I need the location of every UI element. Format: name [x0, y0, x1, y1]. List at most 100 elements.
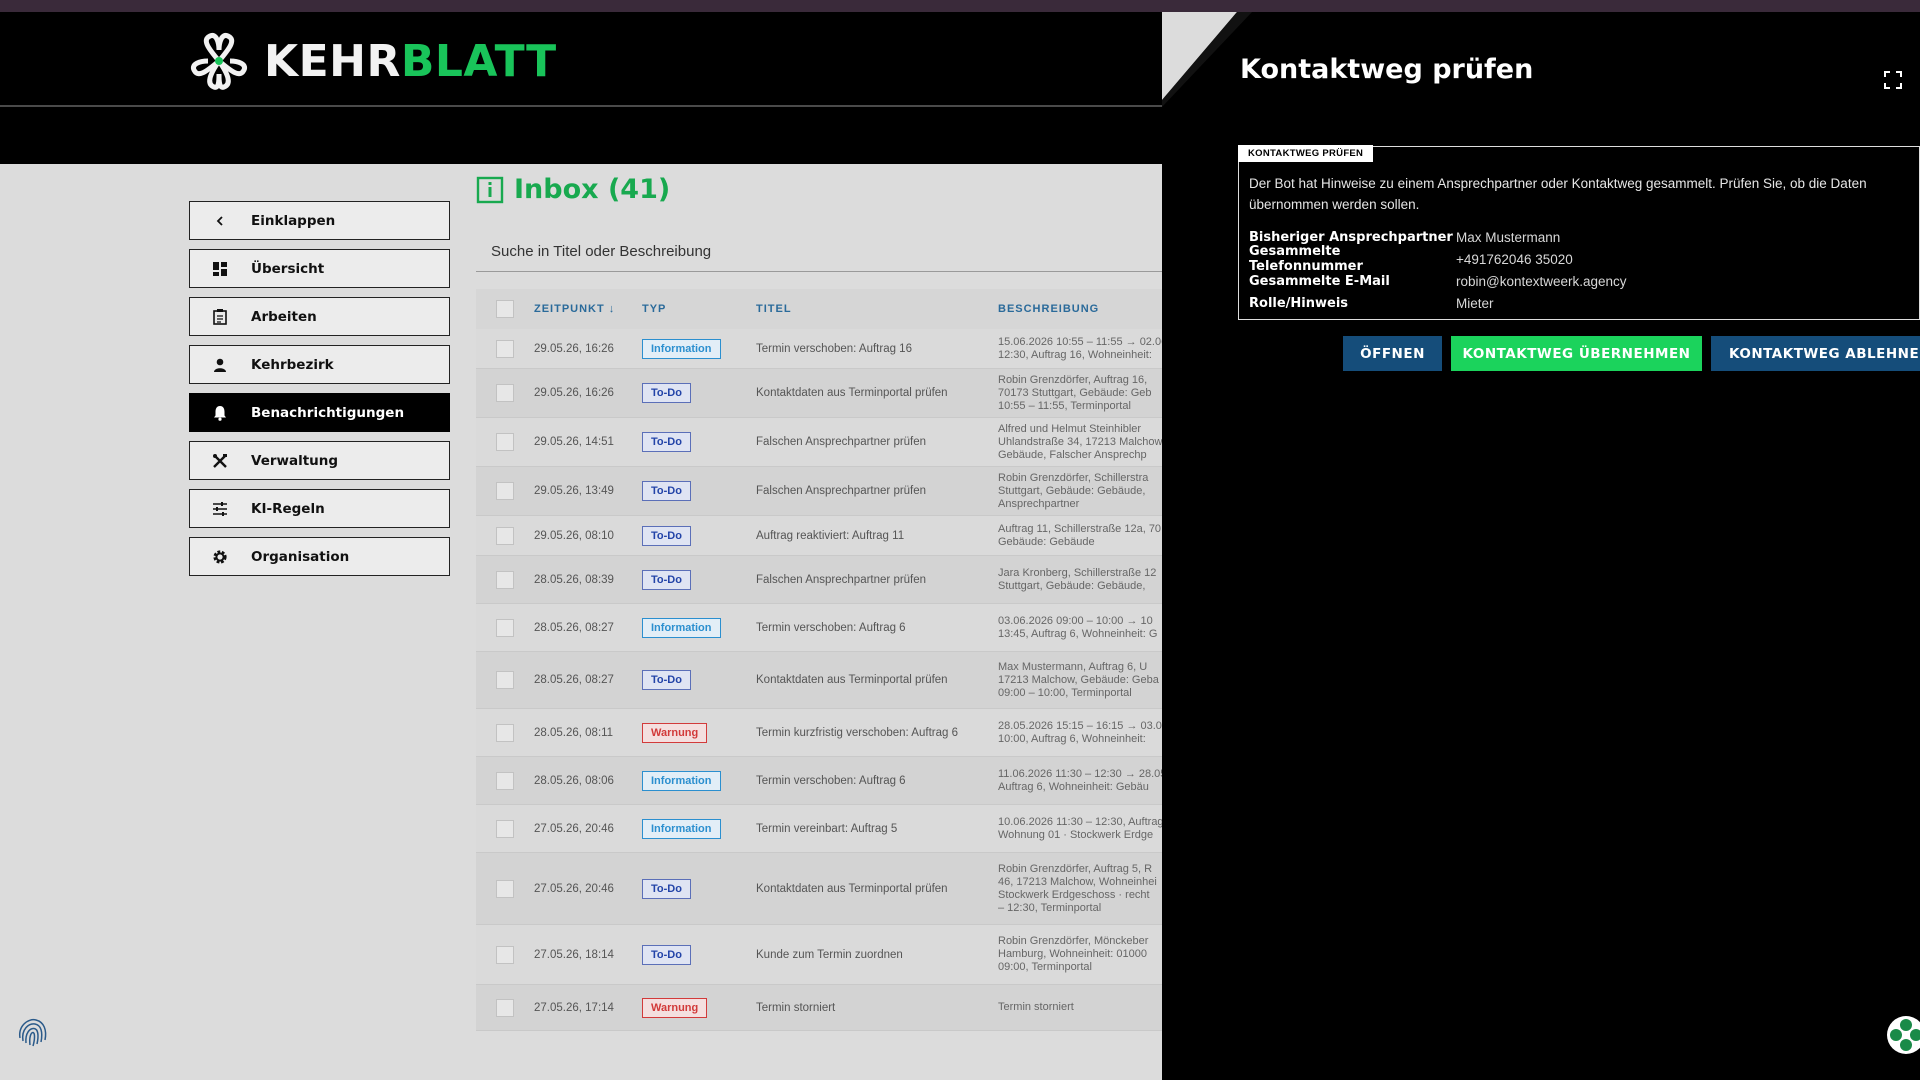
reject-contact-button[interactable]: KONTAKTWEG ABLEHNEN [1711, 336, 1920, 371]
table-row[interactable]: 29.05.26, 13:49 To-Do Falschen Ansprechpar… [476, 467, 1162, 516]
row-title: Termin vereinbart: Auftrag 5 [756, 822, 898, 835]
table-row[interactable]: 29.05.26, 16:26 To-Do Kontaktdaten aus Ter… [476, 369, 1162, 418]
page-title: Inbox (41) [514, 174, 671, 205]
sidebar-item-label: Arbeiten [251, 308, 317, 325]
row-checkbox[interactable] [476, 945, 534, 964]
accept-contact-button[interactable]: KONTAKTWEG ÜBERNEHMEN [1451, 336, 1702, 371]
type-badge: To-Do [642, 525, 691, 546]
table-row[interactable]: 28.05.26, 08:27 To-Do Kontaktdaten aus Ter… [476, 652, 1162, 709]
column-header-zeitpunkt[interactable]: ZEITPUNKT ↓ [534, 303, 642, 315]
table-row[interactable]: 29.05.26, 08:10 To-Do Auftrag reaktiviert:… [476, 516, 1162, 556]
sidebar-item-uebersicht[interactable]: Übersicht [189, 249, 450, 288]
row-checkbox[interactable] [476, 879, 534, 898]
app-logo[interactable]: KEHRBLATT [188, 30, 557, 92]
row-time: 27.05.26, 18:14 [534, 948, 614, 961]
row-title: Falschen Ansprechpartner prüfen [756, 436, 927, 448]
table-row[interactable]: 28.05.26, 08:11 Warnung Termin kurzfristig… [476, 709, 1162, 757]
row-time: 29.05.26, 08:10 [534, 529, 614, 542]
type-badge: To-Do [642, 944, 691, 965]
type-badge: Information [642, 338, 721, 359]
row-checkbox[interactable] [476, 482, 534, 500]
sidebar-item-arbeiten[interactable]: Arbeiten [189, 297, 450, 336]
row-type: Information [642, 617, 756, 638]
table-row[interactable]: 27.05.26, 20:46 Information Termin vereinb… [476, 805, 1162, 853]
row-checkbox[interactable] [476, 819, 534, 838]
row-checkbox[interactable] [476, 771, 534, 790]
type-badge: To-Do [642, 569, 691, 590]
sidebar-item-kehrbezirk[interactable]: Kehrbezirk [189, 345, 450, 384]
dashboard-icon [210, 259, 230, 279]
fingerprint-icon[interactable] [14, 1014, 50, 1050]
type-badge: Warnung [642, 722, 708, 743]
row-title: Falschen Ansprechpartner prüfen [756, 485, 927, 497]
row-description: Robin Grenzdörfer, Auftrag 5, R 46, 1721… [998, 862, 1157, 914]
row-type: Information [642, 338, 756, 359]
sidebar-item-label: Übersicht [251, 260, 325, 277]
table-row[interactable]: 29.05.26, 16:26 Information Termin verscho… [476, 329, 1162, 369]
type-badge: Information [642, 770, 721, 791]
sidebar-item-label: Benachrichtigungen [251, 404, 405, 421]
row-description: Robin Grenzdörfer, Schillerstra Stuttgar… [998, 471, 1149, 510]
sidebar-item-einklappen[interactable]: Einklappen [189, 201, 450, 240]
row-title: Termin storniert [756, 1001, 836, 1014]
field-value: robin@kontextweerk.agency [1456, 273, 1627, 289]
expand-icon[interactable] [1884, 71, 1902, 89]
row-time: 27.05.26, 17:14 [534, 1001, 614, 1014]
row-checkbox[interactable] [476, 723, 534, 742]
row-title: Falschen Ansprechpartner prüfen [756, 573, 927, 586]
row-description: 03.06.2026 09:00 – 10:00 → 10 13:45, Auf… [998, 614, 1158, 640]
table-row[interactable]: 27.05.26, 20:46 To-Do Kontaktdaten aus Ter… [476, 853, 1162, 925]
column-header-titel[interactable]: TITEL [756, 303, 998, 315]
row-description: 10.06.2026 11:30 – 12:30, Auftrag Wohnun… [998, 815, 1162, 841]
row-title: Termin kurzfristig verschoben: Auftrag 6 [756, 726, 958, 739]
row-type: Information [642, 818, 756, 839]
select-all-checkbox[interactable] [476, 300, 534, 318]
table-row[interactable]: 27.05.26, 17:14 Warnung Termin storniert Te… [476, 985, 1162, 1031]
gear-icon [210, 547, 230, 567]
row-time: 28.05.26, 08:11 [534, 726, 614, 739]
row-checkbox[interactable] [476, 618, 534, 637]
row-checkbox[interactable] [476, 526, 534, 545]
panel-title: Kontaktweg prüfen [1240, 54, 1534, 85]
tools-icon [210, 451, 230, 471]
table-row[interactable]: 28.05.26, 08:39 To-Do Falschen Ansprechpar… [476, 556, 1162, 604]
chevron-left-icon [210, 211, 230, 231]
sidebar-item-organisation[interactable]: Organisation [189, 537, 450, 576]
type-badge: To-Do [642, 670, 691, 690]
field-label: Bisheriger Ansprechpartner [1249, 229, 1453, 245]
field-row: Gesammelte E-Mail robin@kontextweerk.agen… [1249, 270, 1627, 292]
column-header-beschreibung[interactable]: BESCHREIBUNG [998, 303, 1162, 316]
row-type: To-Do [642, 481, 756, 501]
table-row[interactable]: 28.05.26, 08:27 Information Termin verscho… [476, 604, 1162, 652]
row-time: 29.05.26, 16:26 [534, 387, 614, 399]
row-type: To-Do [642, 670, 756, 690]
sidebar-item-verwaltung[interactable]: Verwaltung [189, 441, 450, 480]
field-value: Max Mustermann [1456, 229, 1561, 245]
row-checkbox[interactable] [476, 433, 534, 451]
sidebar-item-benachrichtigungen[interactable]: Benachrichtigungen [189, 393, 450, 432]
search-input[interactable]: Suche in Titel oder Beschreibung [476, 230, 1162, 272]
row-description: Max Mustermann, Auftrag 6, U 17213 Malch… [998, 660, 1159, 699]
field-label: Gesammelte E-Mail [1249, 273, 1390, 289]
row-time: 29.05.26, 16:26 [534, 342, 614, 355]
row-checkbox[interactable] [476, 339, 534, 358]
table-row[interactable]: 27.05.26, 18:14 To-Do Kunde zum Termin zuo… [476, 925, 1162, 985]
row-type: To-Do [642, 383, 756, 403]
type-badge: Information [642, 818, 721, 839]
assistant-logo-icon[interactable] [1886, 1015, 1920, 1055]
sidebar-item-ki-regeln[interactable]: KI-Regeln [189, 489, 450, 528]
row-checkbox[interactable] [476, 384, 534, 402]
open-button[interactable]: ÖFFNEN [1343, 336, 1442, 371]
field-row: Rolle/Hinweis Mieter [1249, 292, 1627, 314]
review-box-tag: KONTAKTWEG PRÜFEN [1238, 145, 1374, 162]
table-row[interactable]: 28.05.26, 08:06 Information Termin verscho… [476, 757, 1162, 805]
sliders-icon [210, 499, 230, 519]
table-row[interactable]: 29.05.26, 14:51 To-Do Falschen Ansprechpar… [476, 418, 1162, 467]
row-checkbox[interactable] [476, 570, 534, 589]
row-checkbox[interactable] [476, 998, 534, 1017]
row-type: To-Do [642, 944, 756, 965]
wordmark-white: KEHR [264, 35, 401, 87]
row-time: 27.05.26, 20:46 [534, 882, 614, 895]
row-checkbox[interactable] [476, 671, 534, 689]
column-header-typ[interactable]: TYP [642, 303, 756, 315]
